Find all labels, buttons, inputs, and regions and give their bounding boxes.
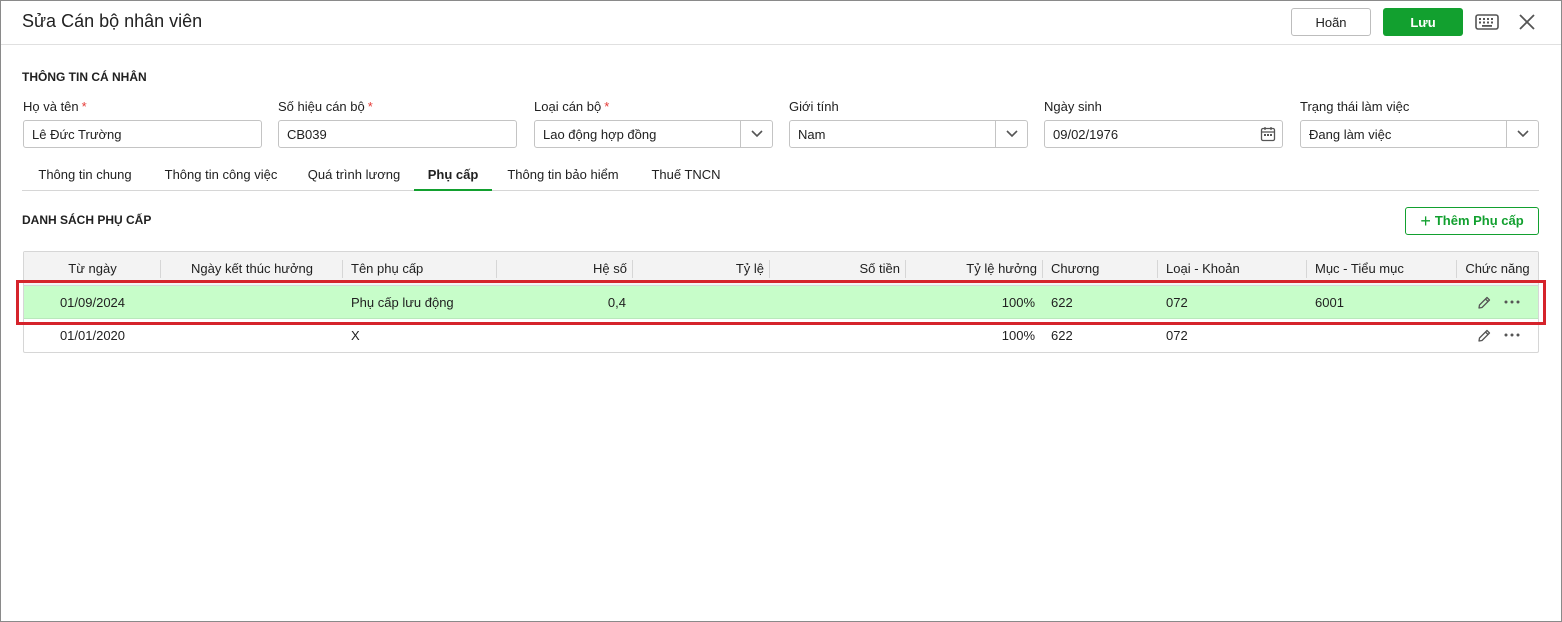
full-name-input[interactable] [24, 121, 261, 147]
tab-bar: Thông tin chung Thông tin công việc Quá … [22, 159, 1539, 191]
full-name-label: Họ và tên [23, 99, 79, 114]
allowance-table: Từ ngày Ngày kết thúc hưởng Tên phụ cấp … [23, 251, 1539, 353]
tab-salary-history[interactable]: Quá trình lương [300, 159, 408, 190]
gender-dropdown-button[interactable] [995, 121, 1027, 147]
cell-coefficient [497, 319, 626, 352]
add-allowance-label: Thêm Phụ cấp [1434, 212, 1524, 228]
work-status-dropdown-button[interactable] [1506, 121, 1538, 147]
table-row[interactable]: 01/01/2020 X 100% 622 072 [24, 319, 1538, 352]
employee-type-dropdown-button[interactable] [740, 121, 772, 147]
dialog-header: Sửa Cán bộ nhân viên Hoãn Lưu [1, 1, 1561, 45]
required-mark: * [81, 99, 87, 114]
add-allowance-button[interactable]: + Thêm Phụ cấp [1405, 207, 1539, 235]
col-rate[interactable]: Tỷ lệ [633, 252, 770, 286]
col-type-item[interactable]: Loại - Khoản [1158, 252, 1307, 286]
required-mark: * [604, 99, 610, 114]
col-chapter[interactable]: Chương [1043, 252, 1158, 286]
employee-type-field: Loại cán bộ * [534, 98, 773, 148]
birth-date-field: Ngày sinh [1044, 98, 1283, 148]
employee-code-input[interactable] [279, 121, 516, 147]
allowance-list-title: DANH SÁCH PHỤ CẤP [22, 213, 152, 227]
cell-chapter: 622 [1051, 328, 1073, 343]
chevron-down-icon [751, 130, 763, 138]
col-from-date[interactable]: Từ ngày [24, 252, 161, 286]
cell-end-date [167, 286, 337, 319]
employee-code-label: Số hiệu cán bộ [278, 99, 365, 114]
cell-benefit-rate: 100% [1001, 295, 1035, 310]
cell-amount [770, 286, 899, 319]
cell-amount [770, 319, 899, 352]
full-name-field: Họ và tên * [23, 98, 262, 148]
save-button[interactable]: Lưu [1383, 8, 1463, 36]
tab-job-info[interactable]: Thông tin công việc [154, 159, 288, 190]
birth-date-input[interactable] [1045, 121, 1282, 147]
tab-allowance[interactable]: Phụ cấp [414, 159, 492, 191]
cancel-button[interactable]: Hoãn [1291, 8, 1371, 36]
cell-from-date: 01/01/2020 [59, 328, 126, 343]
plus-icon: + [1420, 210, 1431, 231]
work-status-select[interactable] [1301, 121, 1538, 147]
chevron-down-icon [1006, 130, 1018, 138]
col-benefit-rate[interactable]: Tỷ lệ hưởng [906, 252, 1043, 286]
employee-type-label: Loại cán bộ [534, 99, 602, 114]
tab-insurance-info[interactable]: Thông tin bảo hiểm [500, 159, 626, 190]
gender-label: Giới tính [789, 99, 839, 114]
more-options-icon[interactable] [1504, 333, 1520, 337]
cell-allowance-name: Phụ cấp lưu động [351, 295, 454, 310]
gender-select[interactable] [790, 121, 1027, 147]
cell-coefficient: 0,4 [607, 295, 626, 310]
cell-section-subsection: 6001 [1315, 295, 1344, 310]
personal-info-title: THÔNG TIN CÁ NHÂN [22, 70, 147, 84]
col-amount[interactable]: Số tiền [770, 252, 906, 286]
col-end-date[interactable]: Ngày kết thúc hưởng [161, 252, 343, 286]
cell-end-date [167, 319, 337, 352]
tab-personal-income-tax[interactable]: Thuế TNCN [644, 159, 728, 190]
cell-type-item: 072 [1166, 295, 1188, 310]
cell-chapter: 622 [1051, 295, 1073, 310]
cell-from-date: 01/09/2024 [59, 295, 126, 310]
employee-type-select[interactable] [535, 121, 772, 147]
chevron-down-icon [1517, 130, 1529, 138]
birth-date-label: Ngày sinh [1044, 99, 1102, 114]
keyboard-icon[interactable] [1475, 12, 1499, 32]
edit-pencil-icon[interactable] [1476, 295, 1492, 311]
employee-code-field: Số hiệu cán bộ * [278, 98, 517, 148]
close-icon[interactable] [1517, 12, 1537, 32]
cell-benefit-rate: 100% [1001, 328, 1035, 343]
cell-allowance-name: X [351, 328, 360, 343]
work-status-field: Trạng thái làm việc [1300, 98, 1539, 148]
more-options-icon[interactable] [1504, 300, 1520, 304]
cell-rate [633, 319, 763, 352]
gender-field: Giới tính [789, 98, 1028, 148]
calendar-icon[interactable] [1260, 126, 1276, 142]
col-allowance-name[interactable]: Tên phụ cấp [343, 252, 497, 286]
dialog-title: Sửa Cán bộ nhân viên [22, 11, 203, 31]
edit-pencil-icon[interactable] [1476, 328, 1492, 344]
table-header: Từ ngày Ngày kết thúc hưởng Tên phụ cấp … [24, 252, 1538, 286]
required-mark: * [367, 99, 373, 114]
col-actions: Chức năng [1465, 261, 1530, 276]
cell-section-subsection [1315, 319, 1457, 352]
cell-type-item: 072 [1166, 328, 1188, 343]
table-row[interactable]: 01/09/2024 Phụ cấp lưu động 0,4 100% 622… [24, 286, 1538, 319]
work-status-label: Trạng thái làm việc [1300, 99, 1410, 114]
col-coefficient[interactable]: Hệ số [497, 252, 633, 286]
cell-rate [633, 286, 763, 319]
col-section-subsection[interactable]: Mục - Tiểu mục [1307, 252, 1457, 286]
edit-employee-dialog: Sửa Cán bộ nhân viên Hoãn Lưu THÔNG TIN … [0, 0, 1562, 622]
tab-general-info[interactable]: Thông tin chung [22, 159, 148, 190]
